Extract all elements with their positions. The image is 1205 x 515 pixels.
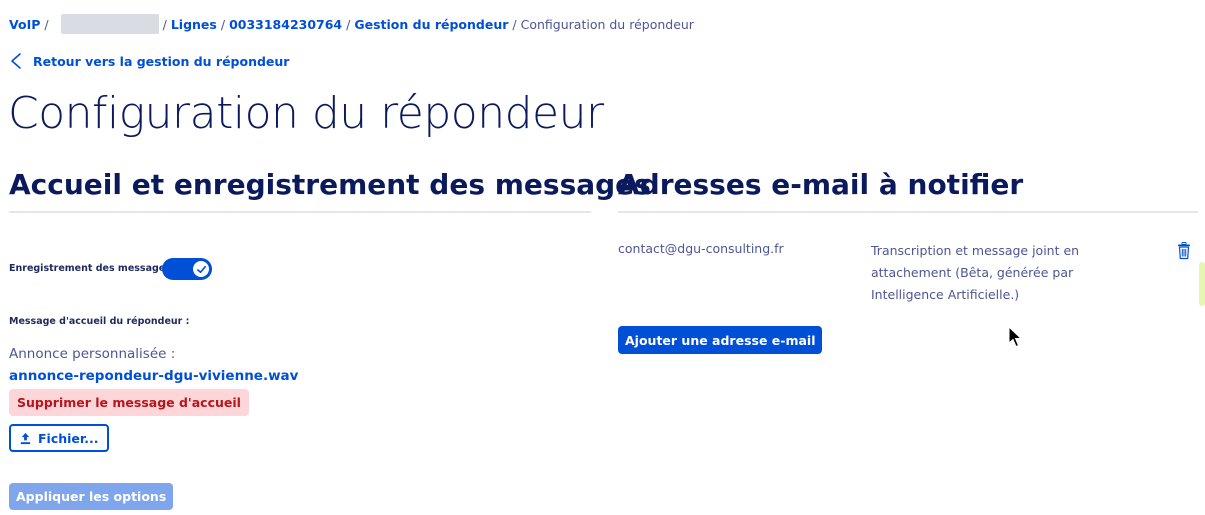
upload-icon	[20, 432, 31, 444]
breadcrumb-voip[interactable]: VoIP	[9, 17, 40, 32]
section-divider-left	[9, 211, 591, 213]
back-link-label: Retour vers la gestion du répondeur	[33, 53, 290, 69]
section-title-emails: Adresses e-mail à notifier	[618, 168, 1024, 201]
delete-welcome-message-button[interactable]: Supprimer le message d'accueil	[9, 389, 249, 416]
toggle-knob	[193, 261, 209, 277]
breadcrumb-responder-management[interactable]: Gestion du répondeur	[354, 17, 508, 32]
page: VoIP / / Lignes / 0033184230764 / Gestio…	[0, 0, 1205, 515]
file-upload-button[interactable]: Fichier...	[9, 424, 109, 452]
record-messages-label: Enregistrement des messages :	[9, 263, 178, 274]
notify-email-address: contact@dgu-consulting.fr	[618, 241, 784, 256]
breadcrumb-current: Configuration du répondeur	[520, 16, 694, 32]
mouse-cursor-icon	[1008, 326, 1023, 348]
breadcrumb-number[interactable]: 0033184230764	[229, 17, 342, 32]
notify-email-description: Transcription et message joint en attach…	[871, 243, 1080, 302]
section-title-welcome: Accueil et enregistrement des messages	[9, 168, 651, 201]
section-divider-right	[618, 211, 1198, 213]
trash-icon[interactable]	[1176, 242, 1192, 260]
file-upload-label: Fichier...	[38, 430, 99, 446]
back-link[interactable]: Retour vers la gestion du répondeur	[9, 53, 289, 69]
welcome-message-label: Message d'accueil du répondeur :	[9, 316, 190, 327]
breadcrumb-masked-item[interactable]	[60, 14, 159, 34]
add-email-button[interactable]: Ajouter une adresse e-mail	[618, 326, 823, 354]
record-messages-toggle[interactable]	[162, 258, 212, 280]
apply-options-button[interactable]: Appliquer les options	[9, 483, 174, 510]
announcement-label: Annonce personnalisée :	[9, 346, 176, 362]
chevron-left-icon	[11, 53, 21, 69]
check-icon	[196, 265, 206, 273]
breadcrumb-lines[interactable]: Lignes	[171, 17, 217, 32]
scrollbar[interactable]	[1199, 262, 1205, 306]
page-title: Configuration du répondeur	[8, 88, 604, 139]
announcement-file-link[interactable]: annonce-repondeur-dgu-vivienne.wav	[9, 368, 298, 384]
breadcrumb: VoIP / / Lignes / 0033184230764 / Gestio…	[9, 14, 694, 34]
